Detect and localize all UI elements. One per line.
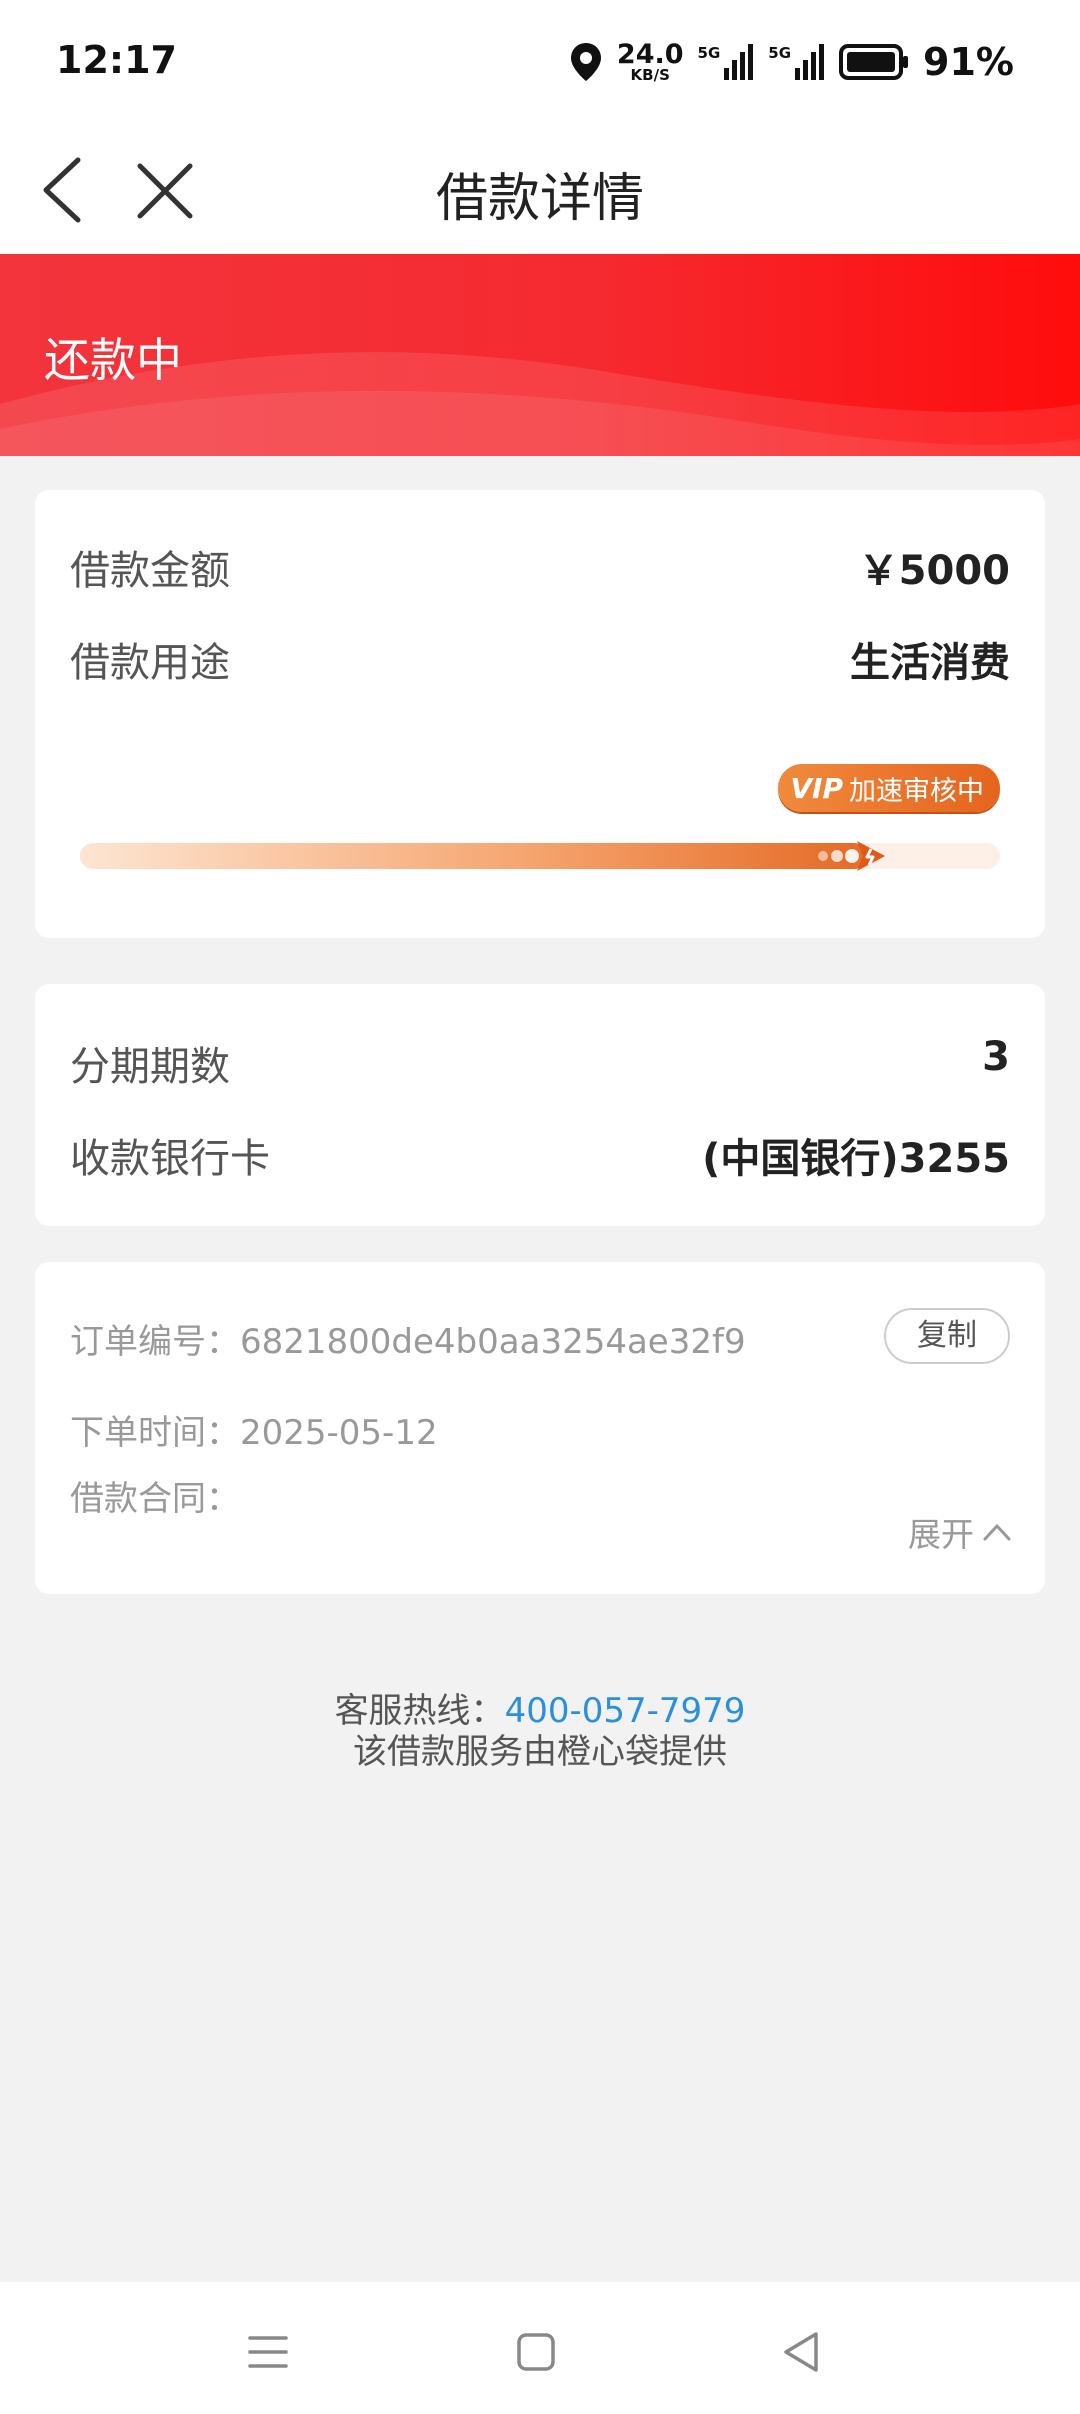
chevron-up-icon	[983, 1524, 1011, 1541]
vip-status-text: 加速审核中	[849, 775, 984, 807]
battery-icon	[839, 44, 909, 80]
repayment-info-card: 分期期数 3 收款银行卡 (中国银行)3255	[35, 984, 1045, 1226]
status-icons: 24.0 KB/S 5G 5G 91%	[569, 36, 1014, 88]
status-time: 12:17	[56, 38, 177, 82]
home-icon[interactable]	[506, 2322, 566, 2382]
review-progress-fill	[80, 843, 867, 869]
review-progress-bar	[80, 841, 1000, 871]
order-time-label: 下单时间：	[70, 1413, 240, 1453]
status-bar: 12:17 24.0 KB/S 5G 5G 91%	[0, 0, 1080, 126]
loan-purpose-label: 借款用途	[70, 640, 230, 686]
network-speed-unit: KB/S	[630, 66, 670, 84]
order-number-label: 订单编号：	[70, 1322, 240, 1362]
loan-amount-label: 借款金额	[70, 548, 230, 594]
loan-info-card: 借款金额 ￥5000 借款用途 生活消费 VIP 加速审核中	[35, 490, 1045, 938]
loan-purpose-value: 生活消费	[850, 640, 1010, 686]
service-provider-text: 该借款服务由橙心袋提供	[353, 1732, 727, 1772]
page-title: 借款详情	[435, 169, 644, 229]
status-banner: 还款中	[0, 254, 1080, 456]
order-info-card: 订单编号：6821800de4b0aa3254ae32f9 复制 下单时间：20…	[35, 1262, 1045, 1594]
vip-badge: VIP 加速审核中	[778, 764, 1000, 812]
back-triangle-icon[interactable]	[772, 2322, 832, 2382]
sim1-network-tag: 5G	[697, 44, 721, 62]
network-speed-value: 24.0	[616, 39, 684, 70]
battery-percent: 91%	[923, 40, 1014, 84]
page: 12:17 24.0 KB/S 5G 5G 91% 借款详情 还款中 借款金额 …	[0, 0, 1080, 2414]
loan-status-label: 还款中	[44, 333, 182, 387]
nav-bar: 借款详情	[0, 126, 1080, 254]
signal-bars-icon	[724, 44, 754, 80]
location-icon	[570, 43, 601, 81]
bank-card-label: 收款银行卡	[70, 1136, 270, 1182]
loan-amount-value: ￥5000	[858, 548, 1010, 594]
order-time-value: 2025-05-12	[240, 1413, 438, 1453]
installments-label: 分期期数	[70, 1044, 230, 1090]
loan-contract-label: 借款合同：	[70, 1479, 240, 1519]
vip-mark: VIP	[790, 771, 843, 805]
menu-icon[interactable]	[238, 2322, 298, 2382]
expand-label: 展开	[908, 1515, 974, 1554]
installments-value: 3	[982, 1034, 1010, 1080]
expand-button[interactable]: 展开	[908, 1508, 1012, 1556]
network-speed: 24.0 KB/S	[617, 41, 684, 83]
rocket-icon	[818, 841, 885, 871]
bank-card-value: (中国银行)3255	[702, 1136, 1010, 1182]
order-time-row: 下单时间：2025-05-12	[70, 1405, 438, 1454]
order-number-value: 6821800de4b0aa3254ae32f9	[240, 1322, 746, 1362]
copy-button[interactable]: 复制	[884, 1308, 1010, 1364]
signal-sim1: 5G	[698, 44, 755, 80]
signal-sim2: 5G	[768, 44, 825, 80]
system-nav-bar	[0, 2282, 1080, 2414]
order-number-row: 订单编号：6821800de4b0aa3254ae32f9	[70, 1314, 746, 1363]
sim2-network-tag: 5G	[768, 44, 792, 62]
signal-bars-icon	[795, 44, 825, 80]
